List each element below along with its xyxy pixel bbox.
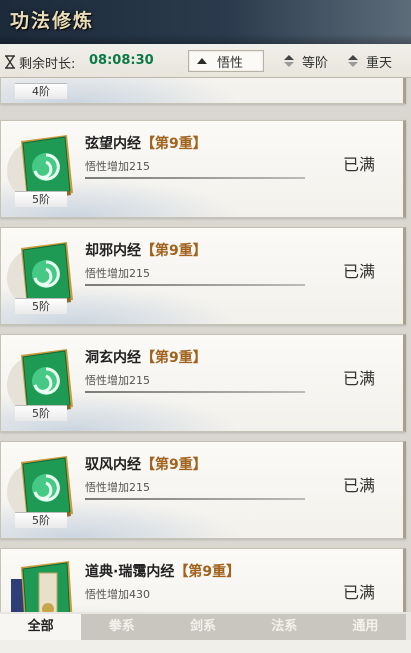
sort-ascending-icon [197, 58, 207, 64]
skill-name: 驭风内经【第9重】 [85, 454, 207, 474]
skill-effect: 悟性增加215 [85, 267, 150, 280]
tier-badge: 5阶 [15, 512, 67, 528]
skill-card[interactable]: 5阶 洞玄内经【第9重】 悟性增加215 已满 [0, 334, 406, 432]
tab-general[interactable]: 通用 [325, 614, 406, 640]
tab-all[interactable]: 全部 [0, 614, 82, 640]
skill-name: 洞玄内经【第9重】 [85, 347, 207, 367]
tab-magic[interactable]: 法系 [244, 614, 325, 640]
tier-badge: 5阶 [15, 405, 67, 421]
skill-level: 【第9重】 [141, 243, 207, 259]
skill-status: 已满 [342, 262, 375, 281]
skill-list[interactable]: 4阶 5阶 弦望内经【第9重】 悟性增加215 已满 5阶 却邪内经【第9重】 … [0, 78, 411, 614]
category-tabs: 全部 拳系 剑系 法系 通用 [0, 612, 411, 653]
tier-badge: 5阶 [15, 298, 67, 314]
tab-bar: 全部 拳系 剑系 法系 通用 [0, 614, 406, 640]
progress-bar [85, 177, 305, 179]
skill-status: 已满 [342, 155, 375, 174]
skill-effect: 悟性增加215 [85, 374, 150, 387]
skill-level: 【第9重】 [141, 457, 207, 473]
skill-name-text: 弦望内经 [85, 136, 141, 152]
skill-effect: 悟性增加215 [85, 481, 150, 494]
skill-status: 已满 [342, 583, 375, 602]
sort-toggle-icon [348, 55, 358, 67]
skill-card[interactable]: 道典·瑞霭内经【第9重】 悟性增加430 已满 [0, 548, 406, 614]
sort-wuxing-label: 悟性 [217, 55, 244, 71]
skill-name-text: 却邪内经 [85, 243, 141, 259]
skill-name-text: 洞玄内经 [85, 350, 141, 366]
timer-value: 08:08:30 [89, 53, 154, 68]
skill-card[interactable]: 5阶 弦望内经【第9重】 悟性增加215 已满 [0, 120, 406, 218]
skill-status: 已满 [342, 369, 375, 388]
tab-sword[interactable]: 剑系 [162, 614, 243, 640]
tier-badge: 4阶 [15, 83, 67, 99]
progress-bar [85, 498, 305, 500]
tab-fist[interactable]: 拳系 [81, 614, 162, 640]
tier-badge: 5阶 [15, 191, 67, 207]
skill-card[interactable]: 5阶 驭风内经【第9重】 悟性增加215 已满 [0, 441, 406, 539]
skill-name: 弦望内经【第9重】 [85, 133, 207, 153]
skill-status: 已满 [342, 476, 375, 495]
skill-name-text: 驭风内经 [85, 457, 141, 473]
sort-chongtian-label: 重天 [366, 55, 393, 71]
skill-name: 却邪内经【第9重】 [85, 240, 207, 260]
toolbar: 剩余时长: 08:08:30 悟性 等阶 重天 [0, 44, 411, 78]
header-bar: 功法修炼 [0, 0, 411, 44]
skill-effect: 悟性增加430 [85, 588, 150, 601]
progress-bar [85, 284, 305, 286]
sort-wuxing-button[interactable]: 悟性 [188, 50, 264, 72]
skill-name-text: 道典·瑞霭内经 [85, 564, 175, 580]
skill-effect: 悟性增加215 [85, 160, 150, 173]
timer-label: 剩余时长: [19, 57, 76, 72]
skill-level: 【第9重】 [141, 136, 207, 152]
dao-book-icon [11, 561, 73, 614]
skill-card[interactable]: 5阶 却邪内经【第9重】 悟性增加215 已满 [0, 227, 406, 325]
sort-chongtian-button[interactable]: 重天 [348, 50, 392, 72]
sort-dengjie-label: 等阶 [302, 55, 329, 71]
skill-card-partial[interactable]: 4阶 [0, 78, 406, 104]
page-title: 功法修炼 [10, 10, 95, 32]
skill-level: 【第9重】 [141, 350, 207, 366]
skill-level: 【第9重】 [174, 564, 241, 580]
progress-bar [85, 391, 305, 393]
sort-toggle-icon [284, 55, 294, 67]
hourglass-icon [5, 55, 15, 69]
sort-dengjie-button[interactable]: 等阶 [284, 50, 328, 72]
skill-name: 道典·瑞霭内经【第9重】 [85, 561, 240, 581]
